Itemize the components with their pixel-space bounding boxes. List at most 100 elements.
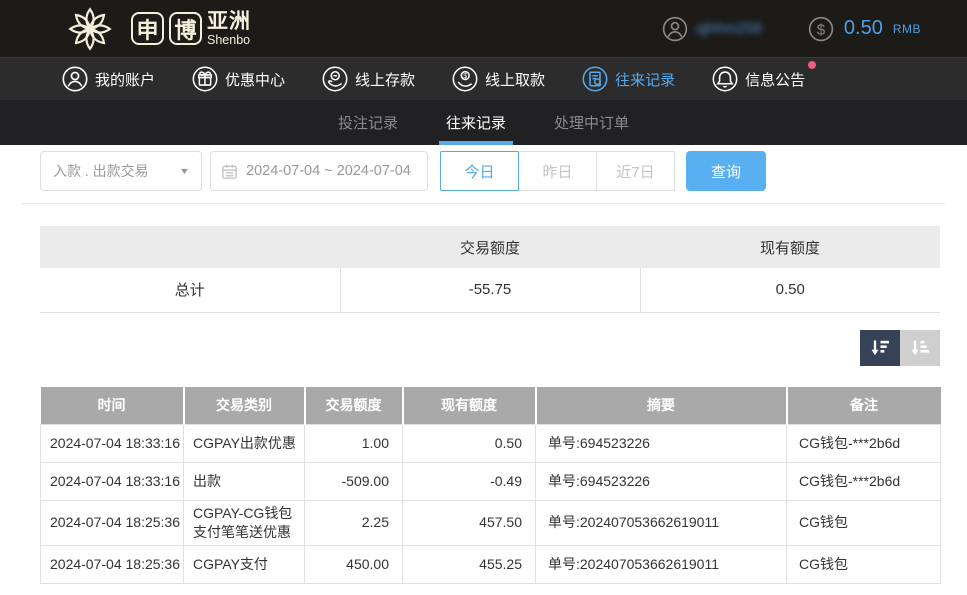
dollar-coin-icon: $ xyxy=(808,16,834,42)
brand-char-2: 博 xyxy=(169,12,202,45)
brand-subtitle: Shenbo xyxy=(207,34,251,47)
cell-balance: 457.50 xyxy=(403,501,536,546)
summary-header-transaction: 交易额度 xyxy=(340,226,640,268)
summary-header-empty xyxy=(40,226,340,268)
section-divider xyxy=(22,203,945,204)
summary-header-row: 交易额度 现有额度 xyxy=(40,226,940,268)
cell-time: 2024-07-04 18:25:36 xyxy=(41,501,184,546)
username-text: qjhhm258 xyxy=(696,20,762,37)
summary-total-transaction: -55.75 xyxy=(340,268,640,312)
lotus-flower-icon xyxy=(60,2,120,56)
bell-icon xyxy=(712,66,738,92)
gift-icon xyxy=(192,66,218,92)
sort-controls xyxy=(40,330,940,366)
tab-label: 投注记录 xyxy=(338,112,398,133)
col-header-type: 交易类别 xyxy=(184,387,305,425)
brand-region: 亚洲 xyxy=(207,11,251,32)
user-icon xyxy=(62,66,88,92)
tab-processing-orders[interactable]: 处理中订单 xyxy=(552,100,631,145)
nav-item-deposit[interactable]: 线上存款 xyxy=(322,66,415,92)
nav-label: 线上取款 xyxy=(485,69,545,90)
records-header-row: 时间 交易类别 交易额度 现有额度 摘要 备注 xyxy=(41,387,941,425)
nav-label: 信息公告 xyxy=(745,69,805,90)
transaction-type-select[interactable]: 入款 . 出款交易 ▼ xyxy=(40,151,202,191)
records-icon xyxy=(582,66,608,92)
deposit-icon xyxy=(322,66,348,92)
quick-range-label: 今日 xyxy=(464,161,494,182)
nav-label: 优惠中心 xyxy=(225,69,285,90)
cell-amount: 450.00 xyxy=(305,545,403,583)
nav-item-announcements[interactable]: 信息公告 xyxy=(712,66,805,92)
balance-currency: RMB xyxy=(893,22,921,36)
summary-total-balance: 0.50 xyxy=(640,268,940,312)
user-account[interactable]: qjhhm258 xyxy=(662,16,762,42)
balance-display[interactable]: $ 0.50 RMB xyxy=(808,16,921,42)
cell-balance: 0.50 xyxy=(403,425,536,463)
transaction-type-value: 入款 . 出款交易 xyxy=(53,161,149,181)
cell-balance: -0.49 xyxy=(403,463,536,501)
cell-balance: 455.25 xyxy=(403,545,536,583)
nav-label: 线上存款 xyxy=(355,69,415,90)
sort-descending-icon xyxy=(868,336,892,360)
top-bar: 申 博 亚洲 Shenbo qjhhm258 $ 0.50 RMB xyxy=(0,0,967,57)
summary-table: 交易额度 现有额度 总计 -55.75 0.50 xyxy=(40,226,940,313)
quick-range-today-button[interactable]: 今日 xyxy=(440,151,519,191)
cell-summary: 单号:202407053662619011 xyxy=(536,545,787,583)
col-header-summary: 摘要 xyxy=(536,387,787,425)
cell-type: CGPAY出款优惠 xyxy=(184,425,305,463)
brand-logo[interactable]: 申 博 亚洲 Shenbo xyxy=(60,2,251,56)
balance-amount: 0.50 xyxy=(844,17,883,40)
nav-item-transaction-records[interactable]: 往来记录 xyxy=(582,66,675,92)
tab-betting-records[interactable]: 投注记录 xyxy=(336,100,400,145)
summary-total-label: 总计 xyxy=(40,268,340,312)
sort-ascending-button[interactable] xyxy=(900,330,940,366)
cell-remark: CG钱包 xyxy=(787,501,941,546)
quick-range-yesterday-button[interactable]: 昨日 xyxy=(518,151,597,191)
cell-amount: 2.25 xyxy=(305,501,403,546)
table-row: 2024-07-04 18:25:36 CGPAY支付 450.00 455.2… xyxy=(41,545,941,583)
user-avatar-icon xyxy=(662,16,688,42)
table-row: 2024-07-04 18:33:16 CGPAY出款优惠 1.00 0.50 … xyxy=(41,425,941,463)
col-header-time: 时间 xyxy=(41,387,184,425)
cell-amount: -509.00 xyxy=(305,463,403,501)
records-tab-bar: 投注记录 往来记录 处理中订单 xyxy=(0,100,967,145)
quick-range-label: 昨日 xyxy=(542,161,572,182)
tab-transaction-records[interactable]: 往来记录 xyxy=(444,100,508,145)
cell-type: 出款 xyxy=(184,463,305,501)
filter-bar: 入款 . 出款交易 ▼ 2024-07-04 ~ 2024-07-04 今日 昨… xyxy=(40,151,967,191)
nav-item-promotions[interactable]: 优惠中心 xyxy=(192,66,285,92)
sort-ascending-icon xyxy=(908,336,932,360)
col-header-remark: 备注 xyxy=(787,387,941,425)
cell-remark: CG钱包-***2b6d xyxy=(787,425,941,463)
cell-summary: 单号:694523226 xyxy=(536,425,787,463)
col-header-amount: 交易额度 xyxy=(305,387,403,425)
nav-label: 往来记录 xyxy=(615,69,675,90)
cell-time: 2024-07-04 18:25:36 xyxy=(41,545,184,583)
nav-item-my-account[interactable]: 我的账户 xyxy=(62,66,155,92)
cell-amount: 1.00 xyxy=(305,425,403,463)
tab-label: 往来记录 xyxy=(446,112,506,133)
nav-item-withdraw[interactable]: $ 线上取款 xyxy=(452,66,545,92)
nav-label: 我的账户 xyxy=(95,69,155,90)
tab-label: 处理中订单 xyxy=(554,112,629,133)
sort-descending-button[interactable] xyxy=(860,330,900,366)
table-row: 2024-07-04 18:25:36 CGPAY-CG钱包支付笔笔送优惠 2.… xyxy=(41,501,941,546)
col-header-balance: 现有额度 xyxy=(403,387,536,425)
cell-remark: CG钱包-***2b6d xyxy=(787,463,941,501)
cell-type: CGPAY-CG钱包支付笔笔送优惠 xyxy=(184,501,305,546)
cell-time: 2024-07-04 18:33:16 xyxy=(41,425,184,463)
quick-range-label: 近7日 xyxy=(616,161,654,182)
notification-badge-dot xyxy=(808,61,816,69)
date-range-input[interactable]: 2024-07-04 ~ 2024-07-04 xyxy=(210,151,428,191)
chevron-down-icon: ▼ xyxy=(179,166,191,176)
search-button[interactable]: 查询 xyxy=(686,151,766,191)
quick-range-group: 今日 昨日 近7日 xyxy=(440,151,675,191)
table-row: 2024-07-04 18:33:16 出款 -509.00 -0.49 单号:… xyxy=(41,463,941,501)
quick-range-last7days-button[interactable]: 近7日 xyxy=(596,151,675,191)
records-table: 时间 交易类别 交易额度 现有额度 摘要 备注 2024-07-04 18:33… xyxy=(40,387,941,584)
calendar-icon xyxy=(221,163,238,180)
cell-summary: 单号:694523226 xyxy=(536,463,787,501)
date-range-value: 2024-07-04 ~ 2024-07-04 xyxy=(246,163,411,179)
svg-text:$: $ xyxy=(463,73,467,80)
cell-remark: CG钱包 xyxy=(787,545,941,583)
